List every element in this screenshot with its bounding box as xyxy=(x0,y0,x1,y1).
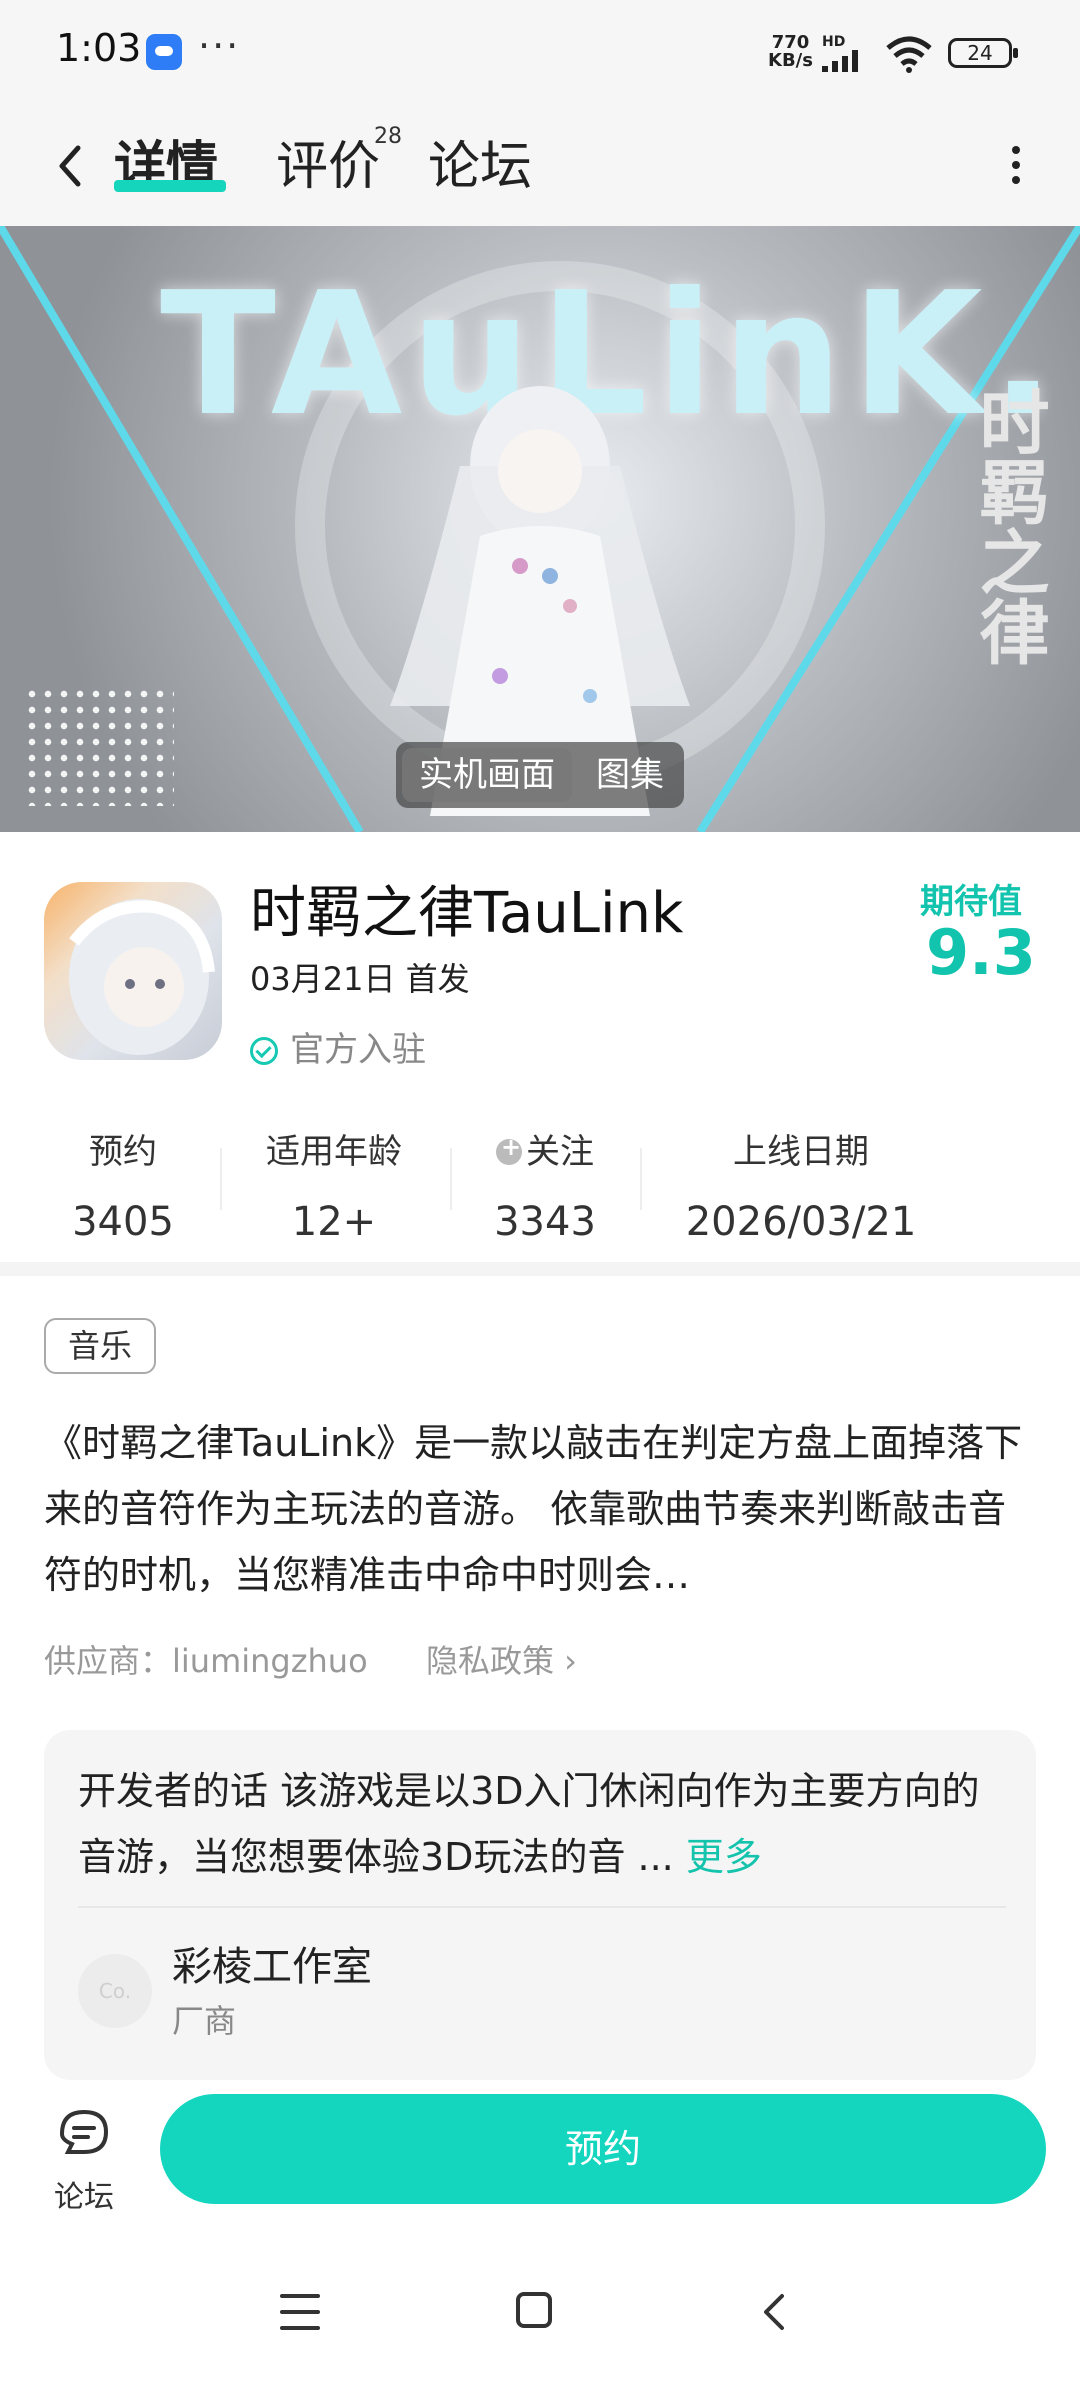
stat-divider xyxy=(640,1148,642,1210)
stat-launch-date: 上线日期 2026/03/21 xyxy=(676,1124,926,1245)
stat-followers[interactable]: 关注 3343 xyxy=(480,1124,610,1245)
status-time: 1:03 xyxy=(56,26,142,70)
recent-apps-icon[interactable] xyxy=(280,2294,320,2330)
tab-gameplay-footage[interactable]: 实机画面 xyxy=(402,748,572,802)
more-link[interactable]: 更多 xyxy=(686,1835,762,1879)
check-circle-icon xyxy=(250,1037,278,1065)
reviews-count-badge: 28 xyxy=(374,124,402,149)
developer-note-text: 开发者的话 该游戏是以3D入门休闲向作为主要方向的音游，当您想要体验3D玩法的音… xyxy=(78,1769,980,1879)
reserve-button[interactable]: 预约 xyxy=(160,2094,1046,2204)
follow-heart-icon xyxy=(496,1133,522,1165)
stat-value: 3343 xyxy=(494,1199,596,1245)
official-badge: 官方入驻 xyxy=(250,1022,426,1071)
tab-forum[interactable]: 论坛 xyxy=(428,124,532,199)
stat-label: 上线日期 xyxy=(733,1132,869,1172)
nav-back-icon[interactable] xyxy=(754,2290,794,2334)
battery-icon: 24 xyxy=(948,38,1018,68)
home-icon[interactable] xyxy=(516,2292,552,2328)
official-label: 官方入驻 xyxy=(290,1030,426,1070)
forum-icon[interactable] xyxy=(54,2104,116,2166)
back-icon[interactable] xyxy=(40,134,104,198)
developer-name[interactable]: 彩棱工作室 xyxy=(172,1934,372,1992)
section-divider xyxy=(0,1262,1080,1276)
tab-gallery[interactable]: 图集 xyxy=(582,742,678,808)
developer-role: 厂商 xyxy=(172,2002,237,2040)
system-nav-bar xyxy=(0,2250,1080,2400)
network-speed: 770 KB/s xyxy=(768,34,813,70)
stat-reservations: 预约 3405 xyxy=(58,1124,188,1245)
developer-avatar[interactable]: Co. xyxy=(78,1954,152,2028)
stat-value: 2026/03/21 xyxy=(685,1199,917,1245)
stat-value: 3405 xyxy=(72,1199,174,1245)
signal-icon xyxy=(822,50,858,72)
release-date: 03月21日 首发 xyxy=(250,960,470,998)
media-banner[interactable]: TAuLinK. 时羁之律 实机画面 图集 xyxy=(0,226,1080,832)
stat-divider xyxy=(450,1148,452,1210)
active-tab-indicator xyxy=(114,180,226,192)
stat-label: 适用年龄 xyxy=(266,1132,402,1172)
notification-app-icon xyxy=(146,34,182,70)
expectation-score: 9.3 xyxy=(926,916,1036,989)
app-icon-artwork xyxy=(69,899,215,1055)
top-nav: 详情 评价 28 论坛 xyxy=(0,110,1080,226)
developer-card: 开发者的话 该游戏是以3D入门休闲向作为主要方向的音游，当您想要体验3D玩法的音… xyxy=(44,1730,1036,2080)
supplier-info: 供应商：liumingzhuo xyxy=(44,1642,368,1680)
notification-more-icon: ··· xyxy=(198,24,241,68)
privacy-policy-link[interactable]: 隐私政策 › xyxy=(426,1636,577,1682)
wifi-icon xyxy=(886,36,932,73)
game-description[interactable]: 《时羁之律TauLink》是一款以敲击在判定方盘上面掉落下来的音符作为主玩法的音… xyxy=(44,1410,1040,1608)
stat-label: 预约 xyxy=(89,1132,157,1172)
media-toggle: 实机画面 图集 xyxy=(396,742,684,808)
network-speed-unit: KB/s xyxy=(768,50,813,71)
genre-tag[interactable]: 音乐 xyxy=(44,1318,156,1374)
card-divider xyxy=(78,1906,1006,1908)
app-title: 时羁之律TauLink xyxy=(250,881,684,946)
tab-reviews[interactable]: 评价 xyxy=(276,124,380,199)
status-bar: 1:03 ··· 770 KB/s HD 24 xyxy=(0,0,1080,110)
app-icon xyxy=(44,882,222,1060)
stat-label-row: 关注 xyxy=(480,1124,610,1173)
stat-divider xyxy=(220,1148,222,1210)
hd-indicator: HD xyxy=(822,34,846,50)
forum-label[interactable]: 论坛 xyxy=(54,2172,114,2216)
stat-label: 关注 xyxy=(526,1132,594,1172)
stat-age-rating: 适用年龄 12+ xyxy=(254,1124,414,1245)
developer-note[interactable]: 开发者的话 该游戏是以3D入门休闲向作为主要方向的音游，当您想要体验3D玩法的音… xyxy=(78,1758,1008,1890)
dot-grid-decoration xyxy=(24,686,174,806)
banner-side-title: 时羁之律 xyxy=(968,386,1050,666)
more-options-icon[interactable] xyxy=(996,140,1036,200)
stat-value: 12+ xyxy=(291,1199,377,1245)
bottom-action-bar: 论坛 预约 xyxy=(0,2080,1080,2250)
